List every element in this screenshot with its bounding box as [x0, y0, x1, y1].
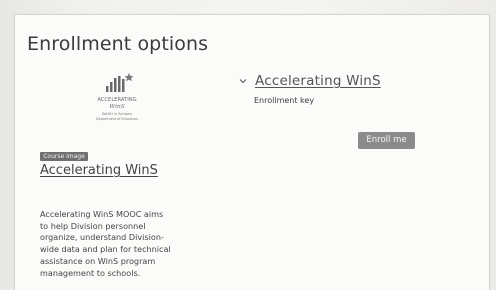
enrollment-method-title[interactable]: Accelerating WinS	[255, 73, 381, 89]
summary-line: organize, understand Division-	[40, 232, 164, 243]
logo-line-3: WASH in Schools	[102, 112, 132, 116]
course-image-label: Course image	[40, 152, 88, 161]
summary-line: to help Division personnel	[40, 220, 146, 231]
accelerating-wins-logo: ACCELERATING WinS WASH in Schools Depart…	[66, 71, 168, 133]
summary-line: wide data and plan for technical	[40, 244, 171, 255]
logo-line-4: Department of Education	[96, 117, 138, 121]
course-summary: Accelerating WinS MOOC aims to help Divi…	[40, 209, 192, 279]
logo-line-1: ACCELERATING	[97, 97, 136, 103]
summary-line: assistance on WinS program	[40, 255, 156, 266]
page-title: Enrollment options	[27, 33, 209, 55]
enroll-me-button[interactable]: Enroll me	[358, 132, 415, 149]
summary-line: management to schools.	[40, 267, 141, 278]
logo-bars	[106, 76, 125, 92]
logo-line-2: WinS	[109, 104, 124, 110]
course-title-link[interactable]: Accelerating WinS	[40, 163, 158, 178]
enrollment-page: Enrollment options ACCELERATING WinS WAS…	[0, 0, 496, 290]
enrollment-section-toggle[interactable]: Accelerating WinS	[239, 73, 381, 89]
summary-line: Accelerating WinS MOOC aims	[40, 209, 164, 219]
logo-graphic: ACCELERATING WinS WASH in Schools Depart…	[96, 73, 138, 121]
enrollment-key-label: Enrollment key	[254, 96, 315, 105]
logo-star	[124, 73, 134, 82]
chevron-down-icon[interactable]	[239, 77, 247, 85]
enrollment-card: Enrollment options ACCELERATING WinS WAS…	[14, 14, 490, 290]
